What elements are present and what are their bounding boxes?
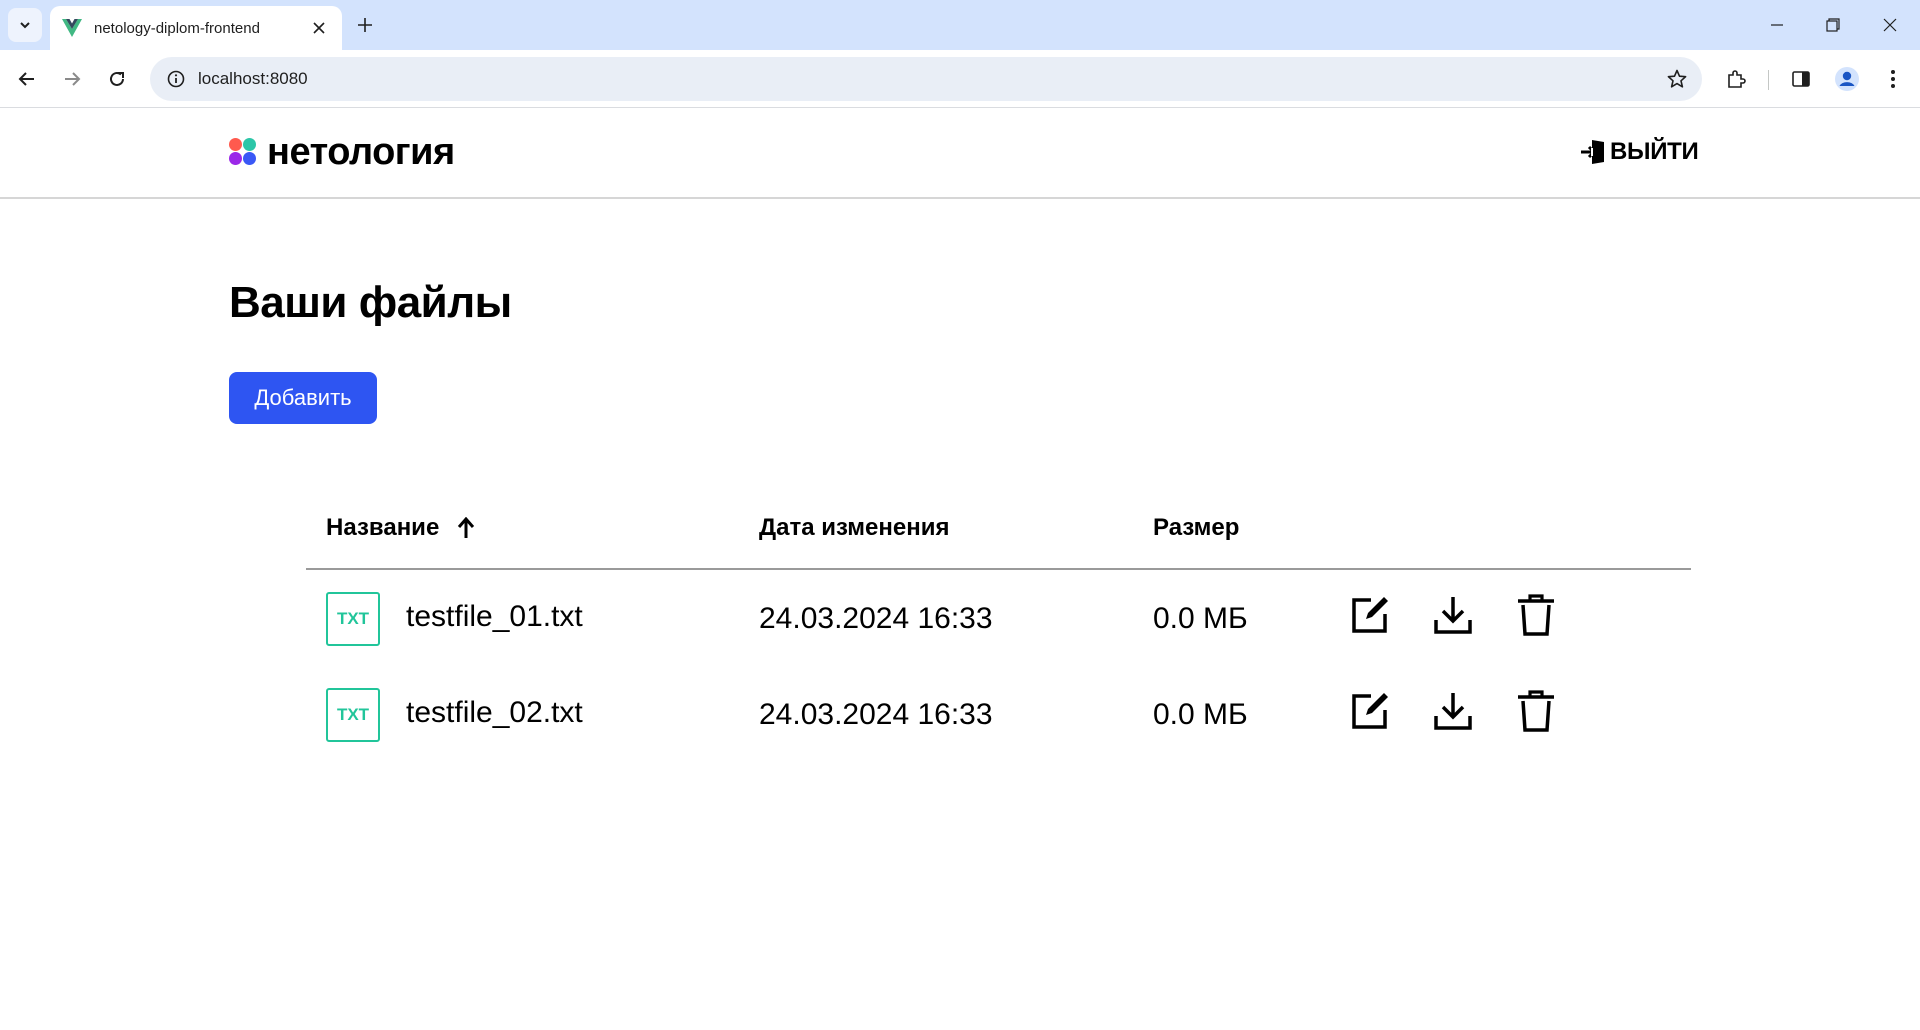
sort-ascending-icon[interactable] [455, 516, 477, 540]
edit-icon[interactable] [1347, 688, 1393, 734]
column-header-size[interactable]: Размер [1153, 514, 1239, 542]
more-menu-icon[interactable] [1876, 62, 1910, 96]
site-info-icon[interactable] [164, 67, 188, 91]
close-tab-icon[interactable] [308, 17, 330, 39]
tab-search-button[interactable] [8, 8, 42, 42]
table-row[interactable]: TXT testfile_01.txt 24.03.2024 16:33 0.0… [306, 570, 1691, 666]
logout-label: ВЫЙТИ [1610, 138, 1699, 165]
back-icon[interactable] [10, 62, 44, 96]
file-name[interactable]: testfile_01.txt [406, 600, 583, 634]
browser-tab[interactable]: netology-diplom-frontend [50, 6, 342, 50]
column-header-date[interactable]: Дата изменения [759, 514, 950, 542]
profile-avatar-icon[interactable] [1830, 62, 1864, 96]
window-close-icon[interactable] [1862, 0, 1918, 50]
logout-icon [1581, 140, 1604, 164]
side-panel-icon[interactable] [1784, 62, 1818, 96]
logout-button[interactable]: ВЫЙТИ [1580, 138, 1699, 166]
delete-icon[interactable] [1513, 688, 1559, 734]
table-header: Название Дата изменения Размер [306, 500, 1691, 570]
edit-icon[interactable] [1347, 592, 1393, 638]
minimize-icon[interactable] [1749, 0, 1805, 50]
files-table: Название Дата изменения Размер TXT testf… [306, 500, 1691, 762]
page-title: Ваши файлы [229, 278, 512, 327]
download-icon[interactable] [1430, 592, 1476, 638]
url-text: localhost:8080 [198, 69, 308, 88]
new-tab-icon[interactable] [352, 12, 378, 38]
download-icon[interactable] [1430, 688, 1476, 734]
reload-icon[interactable] [100, 62, 134, 96]
bookmark-star-icon[interactable] [1662, 64, 1692, 94]
browser-tab-bar: netology-diplom-frontend [0, 0, 1920, 50]
restore-icon[interactable] [1805, 0, 1861, 50]
extensions-icon[interactable] [1719, 62, 1753, 96]
table-row[interactable]: TXT testfile_02.txt 24.03.2024 16:33 0.0… [306, 666, 1691, 762]
netology-logo[interactable]: нетология [229, 133, 455, 171]
file-size: 0.0 МБ [1153, 602, 1248, 635]
txt-file-icon: TXT [326, 592, 380, 646]
logo-mark-icon [229, 138, 257, 166]
column-header-name[interactable]: Название [326, 514, 477, 542]
toolbar-separator [1768, 70, 1769, 90]
chevron-down-icon [20, 22, 30, 29]
delete-icon[interactable] [1513, 592, 1559, 638]
site-header: нетология ВЫЙТИ [0, 109, 1920, 199]
column-date-label: Дата изменения [759, 514, 950, 541]
forward-icon[interactable] [55, 62, 89, 96]
tab-title: netology-diplom-frontend [94, 19, 260, 37]
add-file-button[interactable]: Добавить [229, 372, 377, 424]
txt-file-icon: TXT [326, 688, 380, 742]
file-date: 24.03.2024 16:33 [759, 602, 993, 635]
browser-toolbar: localhost:8080 [0, 50, 1920, 108]
vue-logo-icon [62, 18, 82, 38]
logo-text: нетология [267, 131, 455, 173]
column-size-label: Размер [1153, 514, 1240, 541]
file-name[interactable]: testfile_02.txt [406, 696, 583, 730]
address-bar[interactable]: localhost:8080 [150, 57, 1702, 101]
file-date: 24.03.2024 16:33 [759, 698, 993, 731]
file-size: 0.0 МБ [1153, 698, 1248, 731]
column-name-label: Название [326, 514, 440, 541]
